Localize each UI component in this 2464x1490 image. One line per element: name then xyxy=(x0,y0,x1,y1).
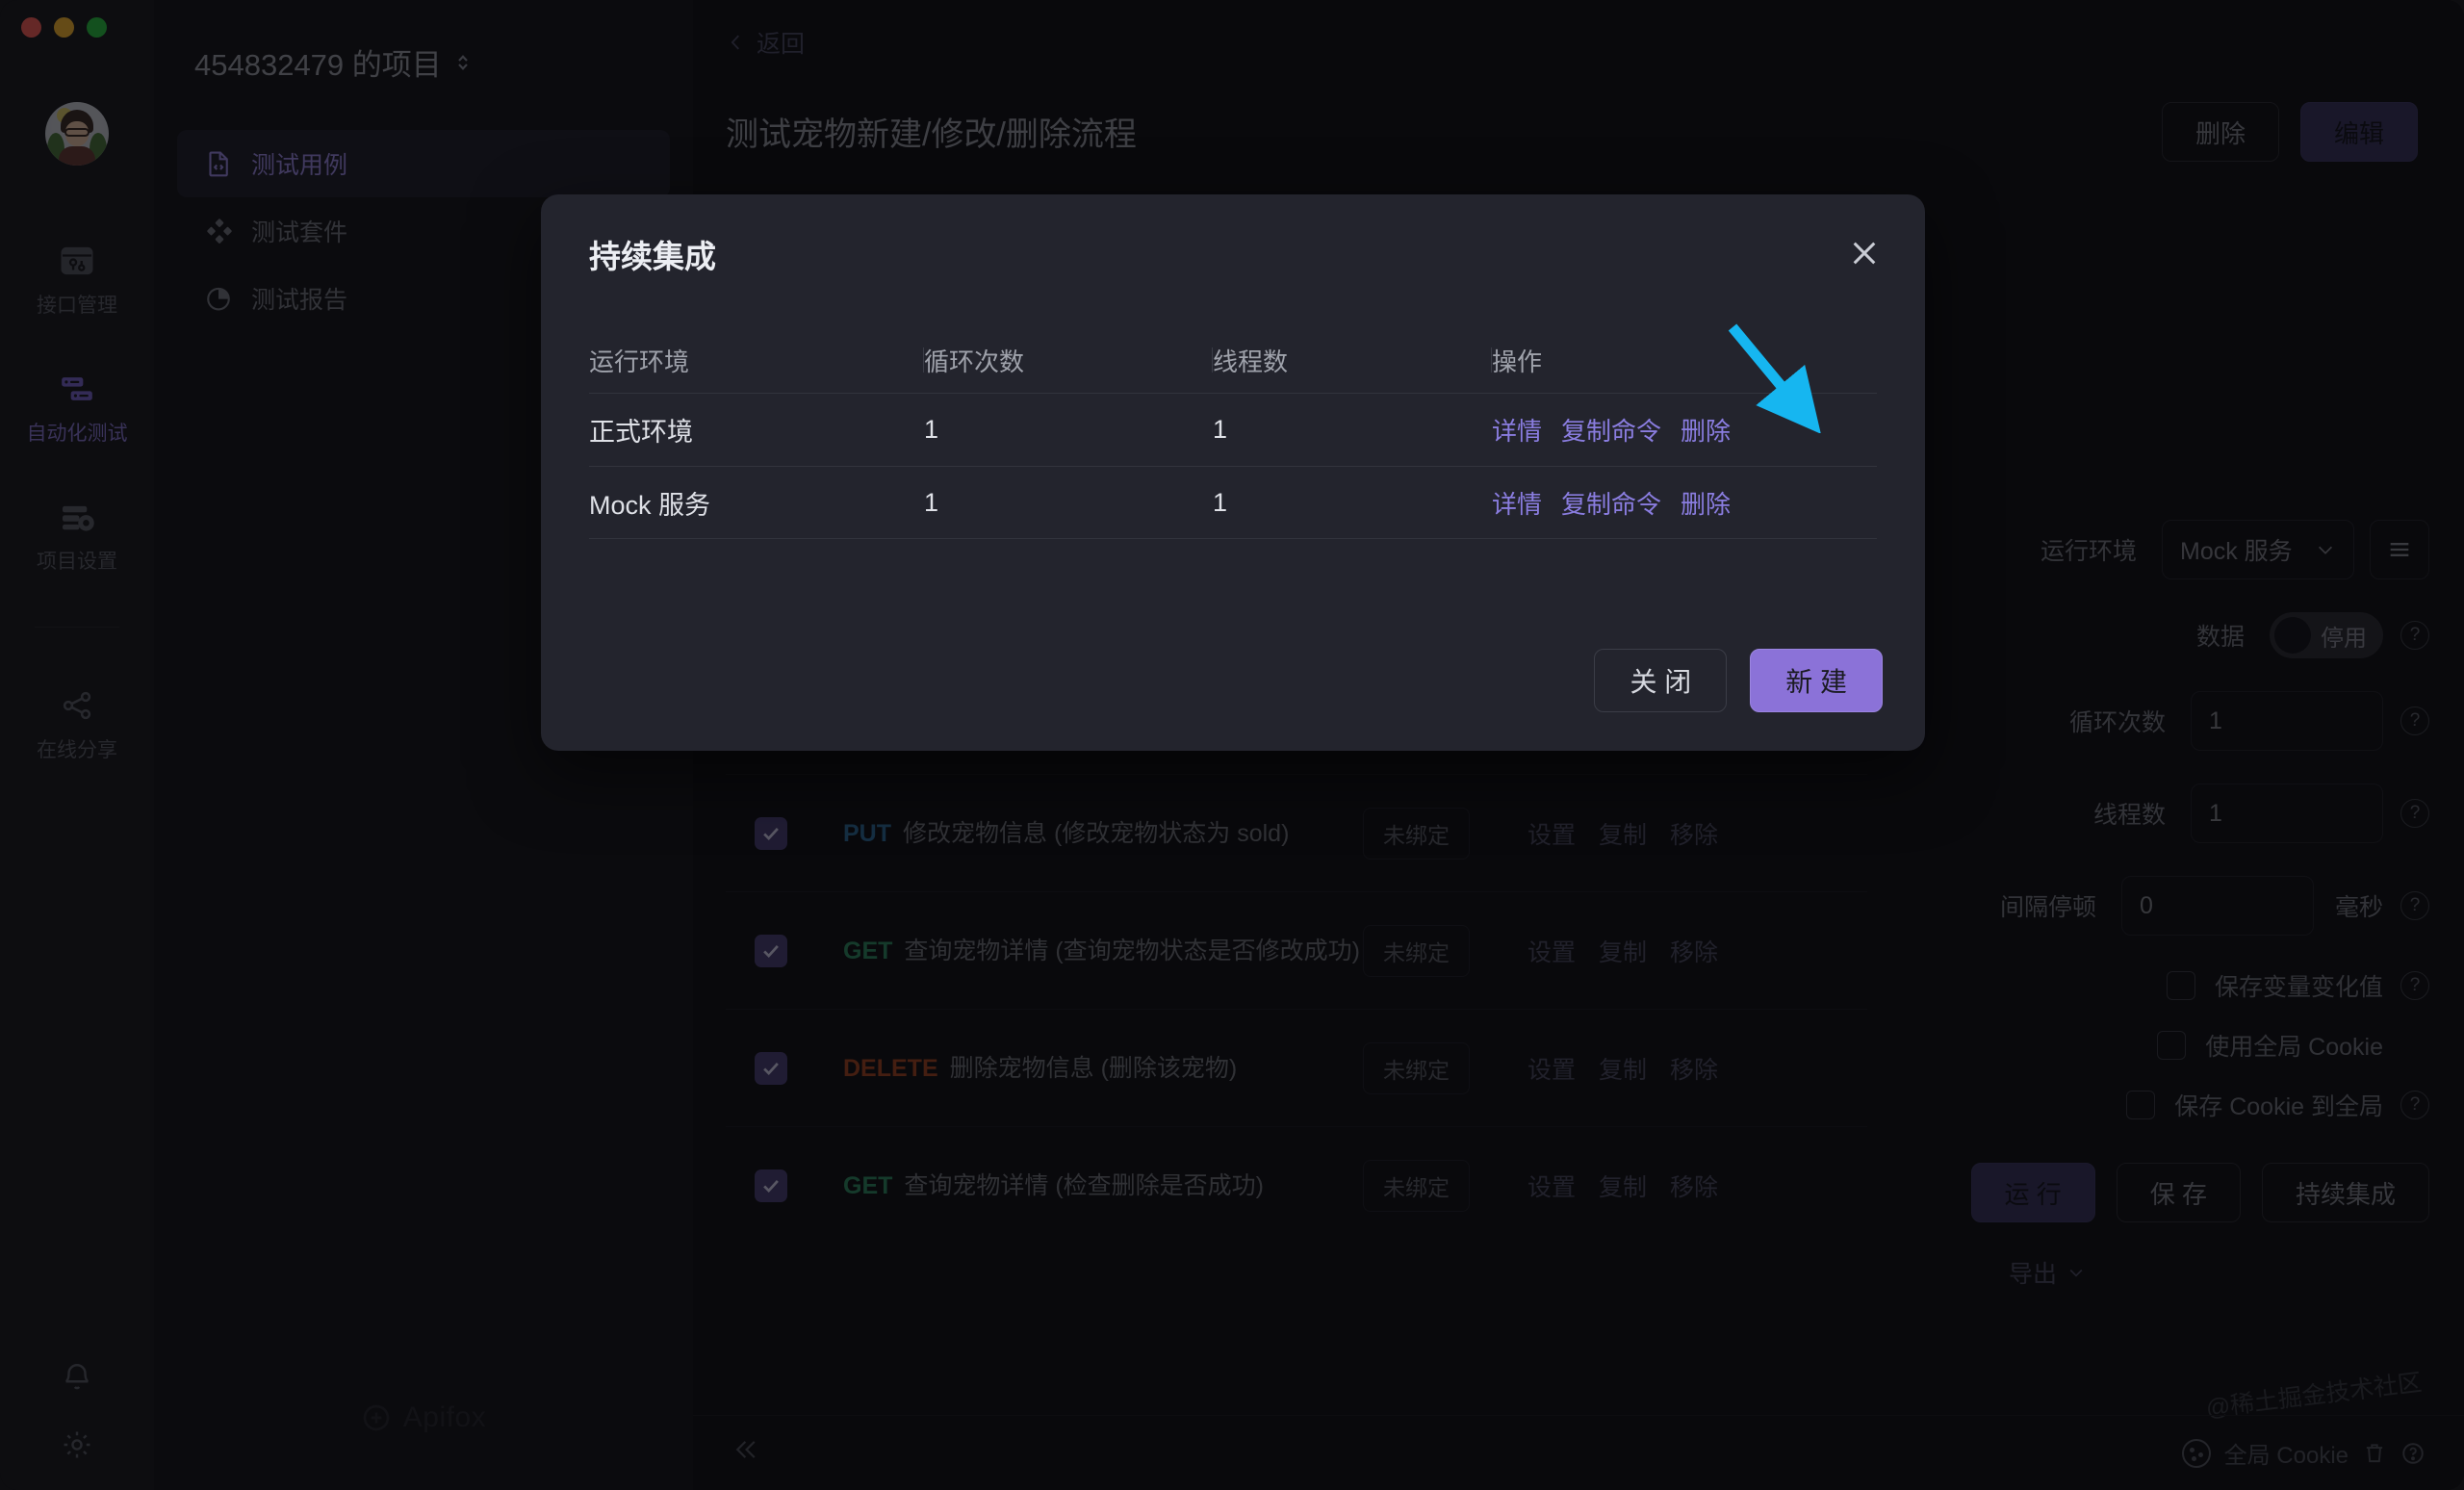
column-header-ops: 操作 xyxy=(1492,343,1877,378)
column-header-loops: 循环次数 xyxy=(924,343,1213,378)
modal-close-button[interactable]: 关 闭 xyxy=(1594,649,1727,712)
row-delete-link[interactable]: 删除 xyxy=(1681,485,1731,521)
table-row[interactable]: Mock 服务 1 1 详情 复制命令 删除 xyxy=(589,466,1877,539)
table-row[interactable]: 正式环境 1 1 详情 复制命令 删除 xyxy=(589,393,1877,466)
ci-modal: 持续集成 运行环境 循环次数 线程数 操作 正式环境 1 1 详情 复制命令 删… xyxy=(541,194,1925,751)
row-detail-link[interactable]: 详情 xyxy=(1492,412,1542,448)
cell-env: 正式环境 xyxy=(589,411,924,449)
cell-ops: 详情 复制命令 删除 xyxy=(1492,485,1877,521)
app-window: 接口管理 自动化测试 xyxy=(0,0,2464,1490)
cell-env: Mock 服务 xyxy=(589,484,924,522)
modal-footer: 关 闭 新 建 xyxy=(1594,649,1883,712)
modal-title: 持续集成 xyxy=(589,231,716,277)
cell-ops: 详情 复制命令 删除 xyxy=(1492,412,1877,448)
row-detail-link[interactable]: 详情 xyxy=(1492,485,1542,521)
column-header-threads: 线程数 xyxy=(1213,343,1492,378)
row-copy-command-link[interactable]: 复制命令 xyxy=(1561,485,1661,521)
cell-loops: 1 xyxy=(924,415,1213,445)
column-header-env: 运行环境 xyxy=(589,343,924,378)
close-icon[interactable] xyxy=(1846,235,1883,271)
modal-create-button[interactable]: 新 建 xyxy=(1750,649,1883,712)
cell-threads: 1 xyxy=(1213,488,1492,518)
row-delete-link[interactable]: 删除 xyxy=(1681,412,1731,448)
cell-loops: 1 xyxy=(924,488,1213,518)
cell-threads: 1 xyxy=(1213,415,1492,445)
table-header: 运行环境 循环次数 线程数 操作 xyxy=(589,327,1877,393)
ci-table: 运行环境 循环次数 线程数 操作 正式环境 1 1 详情 复制命令 删除 Moc… xyxy=(589,327,1877,539)
row-copy-command-link[interactable]: 复制命令 xyxy=(1561,412,1661,448)
